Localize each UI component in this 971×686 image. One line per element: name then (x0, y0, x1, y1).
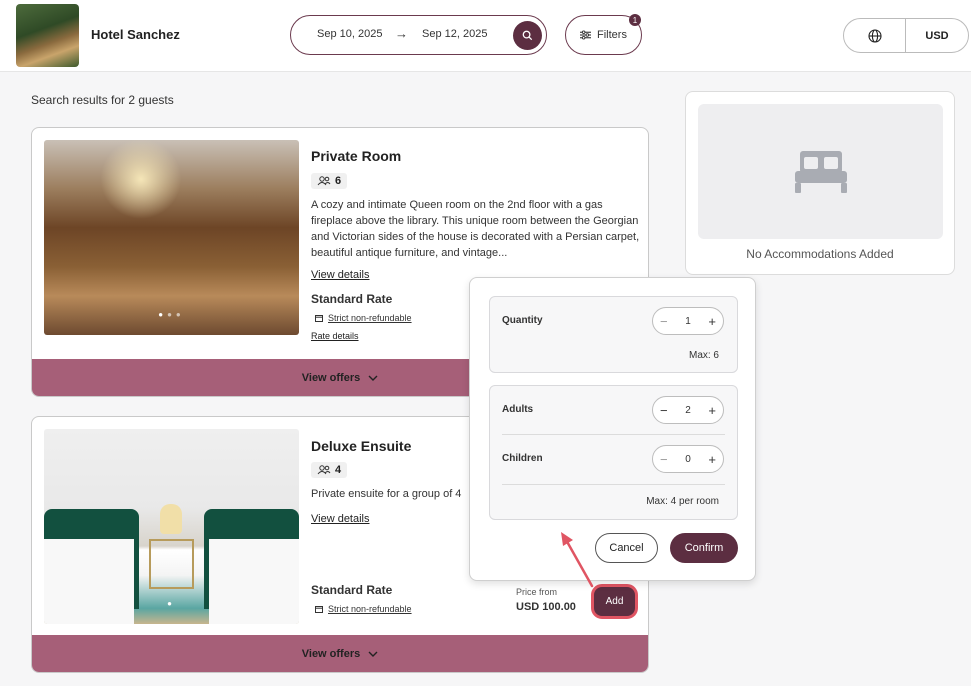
calendar-icon (315, 606, 323, 613)
plus-icon[interactable]: + (708, 314, 716, 329)
room-photo[interactable]: ●●● (44, 140, 299, 335)
room-selection-popover: Quantity − 1 + Max: 6 Adults − 2 + Child… (469, 277, 756, 581)
guests-icon (317, 465, 331, 475)
room-title: Private Room (311, 148, 402, 164)
quantity-label: Quantity (502, 315, 543, 326)
refund-policy-text: Strict non-refundable (328, 604, 412, 614)
adults-stepper: − 2 + (652, 396, 724, 424)
filters-icon (580, 30, 592, 40)
currency-button[interactable]: USD (906, 19, 968, 52)
lamp (160, 504, 182, 534)
view-details-link[interactable]: View details (311, 513, 370, 525)
quantity-max: Max: 6 (688, 350, 719, 361)
check-out-date[interactable]: Sep 12, 2025 (422, 28, 487, 40)
divider (502, 484, 725, 485)
filters-label: Filters (597, 29, 627, 41)
children-label: Children (502, 453, 543, 464)
confirm-button[interactable]: Confirm (670, 533, 738, 563)
occupancy-count: 6 (335, 175, 342, 187)
rate-title: Standard Rate (311, 583, 393, 597)
minus-icon[interactable]: − (660, 314, 668, 329)
view-offers-label: View offers (301, 647, 361, 660)
search-icon (522, 30, 533, 41)
view-details-link[interactable]: View details (311, 269, 370, 281)
chevron-down-icon (368, 375, 378, 381)
plus-icon[interactable]: + (708, 452, 716, 467)
side-table (149, 539, 194, 589)
price-from-label: Price from (516, 587, 558, 597)
bed-left (44, 539, 134, 624)
globe-icon (867, 28, 882, 43)
quantity-value: 1 (685, 315, 691, 327)
view-offers-label: View offers (301, 371, 361, 384)
empty-placeholder (698, 104, 943, 239)
bed-right (209, 539, 299, 624)
language-currency-switcher: USD (843, 18, 969, 53)
cancel-button[interactable]: Cancel (595, 533, 658, 563)
refund-policy-text: Strict non-refundable (328, 313, 412, 323)
check-in-date[interactable]: Sep 10, 2025 (317, 28, 382, 40)
adults-value: 2 (685, 404, 691, 416)
quantity-group: Quantity − 1 + Max: 6 (489, 296, 738, 373)
filters-count-badge: 1 (629, 14, 641, 26)
minus-icon[interactable]: − (660, 452, 668, 467)
selected-accommodations-panel: No Accommodations Added (685, 91, 955, 275)
arrow-right-icon: → (395, 26, 408, 41)
occupancy-badge: 4 (311, 462, 348, 478)
rate-title: Standard Rate (311, 292, 393, 306)
view-offers-bar[interactable]: View offers (32, 635, 648, 672)
hotel-name: Hotel Sanchez (91, 27, 180, 42)
chevron-down-icon (368, 651, 378, 657)
guests-max: Max: 4 per room (646, 496, 719, 507)
empty-message: No Accommodations Added (746, 247, 894, 261)
filters-button[interactable]: Filters 1 (565, 14, 642, 55)
children-stepper: − 0 + (652, 445, 724, 473)
plus-icon[interactable]: + (708, 403, 716, 418)
bed-icon (794, 150, 847, 193)
guests-group: Adults − 2 + Children − 0 + Max: 4 per r… (489, 385, 738, 520)
hotel-logo[interactable] (16, 4, 79, 67)
photo-carousel-dots[interactable]: ● (44, 599, 299, 608)
calendar-icon (315, 315, 323, 322)
results-label: Search results for 2 guests (31, 93, 174, 107)
room-photo[interactable]: ● (44, 429, 299, 624)
occupancy-badge: 6 (311, 173, 348, 189)
date-range-picker[interactable]: Sep 10, 2025 → Sep 12, 2025 (290, 15, 547, 55)
occupancy-count: 4 (335, 464, 342, 476)
header: Hotel Sanchez Sep 10, 2025 → Sep 12, 202… (0, 0, 971, 72)
adults-label: Adults (502, 404, 534, 415)
photo-carousel-dots[interactable]: ●●● (44, 310, 299, 319)
divider (502, 434, 725, 435)
search-button[interactable] (513, 21, 542, 50)
add-button[interactable]: Add (591, 584, 638, 619)
room-description: A cozy and intimate Queen room on the 2n… (311, 199, 640, 259)
quantity-stepper: − 1 + (652, 307, 724, 335)
refund-policy-link[interactable]: Strict non-refundable (315, 313, 412, 323)
refund-policy-link[interactable]: Strict non-refundable (315, 604, 412, 614)
rate-details-link[interactable]: Rate details (311, 331, 359, 341)
guests-icon (317, 176, 331, 186)
minus-icon[interactable]: − (660, 403, 668, 418)
price-value: USD 100.00 (516, 601, 576, 613)
children-value: 0 (685, 453, 691, 465)
room-title: Deluxe Ensuite (311, 438, 412, 454)
language-button[interactable] (844, 19, 906, 52)
